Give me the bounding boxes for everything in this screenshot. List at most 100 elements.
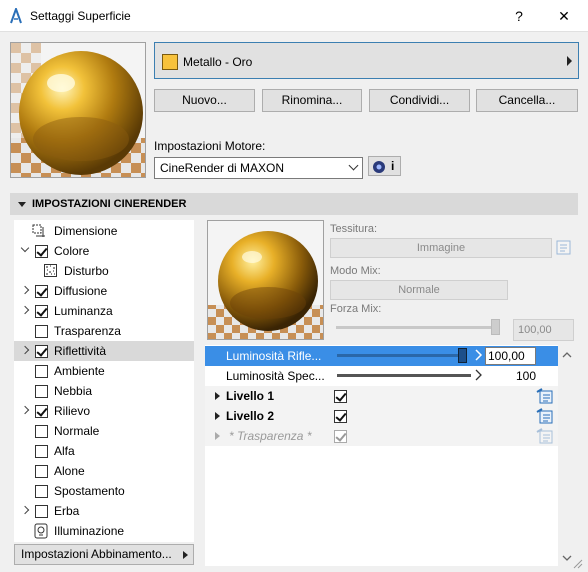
chevron-down-icon[interactable] xyxy=(20,243,30,253)
layer-checkbox[interactable] xyxy=(334,410,347,423)
layer-checkbox xyxy=(334,430,347,443)
checkbox[interactable] xyxy=(35,405,48,418)
chevron-right-icon[interactable] xyxy=(215,412,220,420)
tree-label: Dimensione xyxy=(54,224,118,238)
tree-label: Ambiente xyxy=(54,364,105,378)
tree-item-rilievo[interactable]: Rilievo xyxy=(14,401,194,421)
layer-texture-icon xyxy=(536,428,553,444)
checkbox[interactable] xyxy=(35,485,48,498)
layer-texture-icon[interactable] xyxy=(536,408,554,424)
cinema4d-icon xyxy=(373,161,385,173)
chevron-right-icon[interactable] xyxy=(20,345,30,355)
mix-mode-label: Modo Mix: xyxy=(330,265,381,277)
tree-label: Spostamento xyxy=(54,484,125,498)
lamp-icon xyxy=(34,523,48,539)
tree-label: Trasparenza xyxy=(54,324,121,338)
chevron-right-icon[interactable] xyxy=(20,305,30,315)
rename-button[interactable]: Rinomina... xyxy=(262,89,362,112)
layer-label: * Trasparenza * xyxy=(229,429,312,443)
checkbox[interactable] xyxy=(35,245,48,258)
help-button[interactable]: ? xyxy=(505,6,533,26)
layer-row-1[interactable]: Livello 1 xyxy=(205,386,558,406)
checkbox[interactable] xyxy=(35,325,48,338)
chevron-right-icon xyxy=(567,56,572,66)
tree-label: Riflettività xyxy=(54,344,107,358)
chevron-right-icon[interactable] xyxy=(20,285,30,295)
tree-item-erba[interactable]: Erba xyxy=(14,501,194,521)
specular-slider-track xyxy=(337,374,471,377)
dimension-icon xyxy=(32,224,45,237)
checkbox[interactable] xyxy=(35,505,48,518)
channel-preview xyxy=(207,220,324,340)
scroll-up-icon[interactable] xyxy=(561,349,573,361)
checkbox[interactable] xyxy=(35,305,48,318)
tree-item-alone[interactable]: Alone xyxy=(14,461,194,481)
mix-strength-track xyxy=(336,326,500,329)
engine-select[interactable]: CineRender di MAXON xyxy=(154,157,363,179)
checkbox[interactable] xyxy=(35,465,48,478)
new-button[interactable]: Nuovo... xyxy=(154,89,255,112)
tree-item-normale[interactable]: Normale xyxy=(14,421,194,441)
layer-row-2[interactable]: Livello 2 xyxy=(205,406,558,426)
resize-grip-icon[interactable] xyxy=(572,558,584,570)
chevron-right-icon[interactable] xyxy=(215,392,220,400)
info-icon: i xyxy=(391,159,395,173)
tree-item-nebbia[interactable]: Nebbia xyxy=(14,381,194,401)
param-row-specular-brightness[interactable]: Luminosità Spec... 100 xyxy=(205,366,558,386)
tree-label: Rilievo xyxy=(54,404,91,418)
material-preview xyxy=(10,42,146,178)
reflection-slider-track xyxy=(337,354,463,357)
layer-texture-icon[interactable] xyxy=(536,388,554,404)
chevron-right-icon xyxy=(183,551,188,559)
param-label: Luminosità Rifle... xyxy=(226,349,322,363)
section-header[interactable]: IMPOSTAZIONI CINERENDER xyxy=(10,193,578,215)
tree-label: Illuminazione xyxy=(54,524,125,538)
tree-item-disturbo[interactable]: Disturbo xyxy=(14,261,194,281)
gold-sphere-thumbnail xyxy=(208,221,323,339)
checkbox[interactable] xyxy=(35,445,48,458)
tree-item-ambiente[interactable]: Ambiente xyxy=(14,361,194,381)
reflection-value-input[interactable]: 100,00 xyxy=(485,347,536,365)
tree-label: Normale xyxy=(54,424,100,438)
checkbox[interactable] xyxy=(35,385,48,398)
tree-item-alfa[interactable]: Alfa xyxy=(14,441,194,461)
tree-item-diffusione[interactable]: Diffusione xyxy=(14,281,194,301)
match-settings-label: Impostazioni Abbinamento... xyxy=(21,547,172,561)
checkbox[interactable] xyxy=(35,285,48,298)
texture-label: Tessitura: xyxy=(330,223,378,235)
checkbox[interactable] xyxy=(35,365,48,378)
match-settings-button[interactable]: Impostazioni Abbinamento... xyxy=(14,544,194,565)
layer-row-transparency: * Trasparenza * xyxy=(205,426,558,446)
tree-label: Diffusione xyxy=(54,284,108,298)
tree-item-spostamento[interactable]: Spostamento xyxy=(14,481,194,501)
engine-info-button[interactable]: i xyxy=(368,156,401,176)
share-button[interactable]: Condividi... xyxy=(369,89,470,112)
specular-value[interactable]: 100 xyxy=(516,369,536,383)
tree-item-trasparenza[interactable]: Trasparenza xyxy=(14,321,194,341)
tree-item-colore[interactable]: Colore xyxy=(14,241,194,261)
tree-item-illuminazione[interactable]: Illuminazione xyxy=(14,521,194,541)
section-title: IMPOSTAZIONI CINERENDER xyxy=(32,198,187,210)
tree-item-dimensione[interactable]: Dimensione xyxy=(14,221,194,241)
keyframe-icon[interactable] xyxy=(475,368,483,382)
chevron-right-icon[interactable] xyxy=(20,405,30,415)
keyframe-icon[interactable] xyxy=(475,348,483,362)
checkbox[interactable] xyxy=(35,345,48,358)
reflection-slider[interactable] xyxy=(458,348,467,363)
layer-label: Livello 2 xyxy=(226,409,275,423)
layer-checkbox[interactable] xyxy=(334,390,347,403)
channel-tree: Dimensione Colore Disturbo Diffusione Lu… xyxy=(14,220,194,542)
chevron-right-icon[interactable] xyxy=(20,505,30,515)
param-row-reflection-brightness[interactable]: Luminosità Rifle... 100,00 xyxy=(205,346,558,366)
delete-button[interactable]: Cancella... xyxy=(476,89,578,112)
chevron-down-icon xyxy=(348,160,359,171)
close-button[interactable]: ✕ xyxy=(550,6,578,26)
mix-strength-fill xyxy=(336,326,500,329)
material-dropdown[interactable]: Metallo - Oro xyxy=(154,42,579,79)
checkbox[interactable] xyxy=(35,425,48,438)
tree-label: Alfa xyxy=(54,444,75,458)
tree-item-luminanza[interactable]: Luminanza xyxy=(14,301,194,321)
tree-item-riflettivita[interactable]: Riflettività xyxy=(14,341,194,361)
mix-strength-value: 100,00 xyxy=(513,319,574,341)
gold-sphere-preview xyxy=(11,43,145,177)
